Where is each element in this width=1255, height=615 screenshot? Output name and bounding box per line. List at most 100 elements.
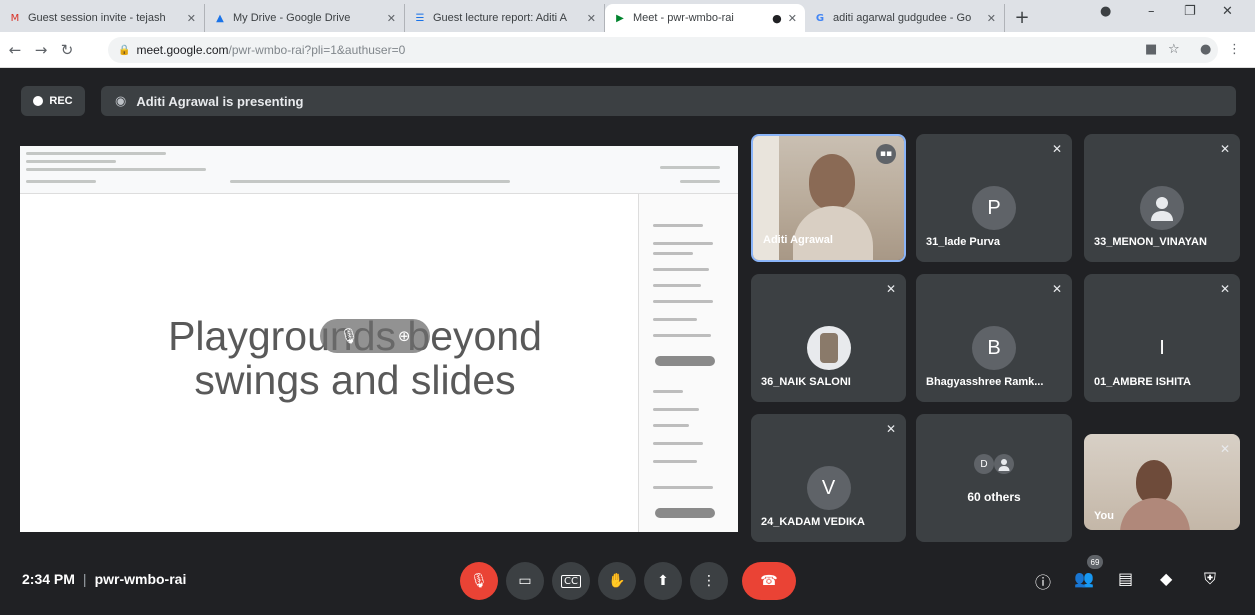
gmail-icon: M [10, 12, 20, 24]
tab-title: My Drive - Google Drive [233, 12, 351, 24]
mic-off-icon: 🎙 [339, 327, 359, 345]
people-icon[interactable]: 👥 [1074, 569, 1094, 588]
shoulder-shape [1120, 498, 1190, 530]
person-icon [1140, 186, 1184, 230]
reload-icon[interactable]: ↻ [56, 41, 78, 59]
meet-icon: ▶ [616, 12, 624, 24]
shared-app-toolbar [20, 146, 738, 194]
participant-tile-others[interactable]: D 60 others [916, 414, 1072, 542]
shared-toolbar-line [26, 168, 206, 171]
close-icon[interactable]: ✕ [987, 12, 996, 25]
participant-tile-saloni[interactable]: ✕ 36_NAIK SALONI [751, 274, 906, 402]
tab-drive[interactable]: ▲ My Drive - Google Drive ✕ [205, 4, 405, 32]
presenter-avatar-icon: ◉ [115, 93, 127, 109]
panel-line [653, 252, 693, 255]
photo-figure [819, 333, 838, 363]
participant-avatar: B [972, 326, 1016, 370]
participant-tile-vedika[interactable]: ✕ V 24_KADAM VEDIKA [751, 414, 906, 542]
control-bar: 2:34 PM | pwr-wmbo-rai 🎙 ▭ CC ✋ ⬆ ⋮ ☎ ⓘ 69… [0, 555, 1255, 615]
meeting-details-icon[interactable]: ⓘ [1035, 569, 1051, 593]
more-options-button[interactable]: ⋮ [690, 562, 728, 600]
shared-toolbar-line [230, 180, 510, 183]
tab-google-search[interactable]: G aditi agarwal gudgudee - Go ✕ [805, 4, 1005, 32]
mic-off-icon: ✕ [1051, 142, 1062, 156]
mic-off-icon: ✕ [885, 282, 896, 296]
presenting-text: Aditi Agrawal is presenting [136, 93, 304, 109]
presenting-banner: ◉ Aditi Agrawal is presenting [101, 86, 1236, 116]
mic-off-icon: ✕ [1219, 142, 1230, 156]
close-icon[interactable]: ✕ [387, 12, 396, 25]
google-icon: G [815, 12, 825, 24]
panel-line [653, 318, 697, 321]
speaking-indicator-icon: ▪▪ [876, 144, 896, 164]
forward-arrow-icon[interactable]: → [30, 41, 52, 59]
participant-avatar: V [806, 466, 851, 510]
browser-menu-icon[interactable]: ⋮ [1228, 42, 1241, 57]
close-window-icon[interactable]: ✕ [1222, 4, 1233, 19]
lock-icon[interactable]: 🔒 [118, 45, 130, 56]
bookmark-star-icon[interactable]: ☆ [1168, 42, 1180, 57]
slide-title-line: swings and slides [194, 357, 516, 403]
mic-toggle-button[interactable]: 🎙 [460, 562, 498, 600]
recording-indicator[interactable]: REC [21, 86, 85, 116]
participant-avatar: I [1159, 336, 1165, 359]
shared-toolbar-line [26, 152, 166, 155]
participant-avatar: P [972, 186, 1016, 230]
more-vert-icon: ⋮ [702, 573, 716, 589]
camera-toggle-button[interactable]: ▭ [506, 562, 544, 600]
participant-name: 31_lade Purva [926, 236, 1000, 248]
shared-toolbar-line [26, 160, 116, 163]
raise-hand-button[interactable]: ✋ [598, 562, 636, 600]
present-icon: ⬆ [657, 573, 669, 589]
panel-line [653, 300, 713, 303]
leave-call-button[interactable]: ☎ [742, 562, 796, 600]
shared-screen: Playgrounds beyond swings and slides 🎙 ⊕ [20, 146, 738, 532]
participant-tile-bhagyasshree[interactable]: ✕ B Bhagyasshree Ramk... [916, 274, 1072, 402]
chat-icon[interactable]: ▤ [1118, 569, 1133, 588]
close-icon[interactable]: ✕ [587, 12, 596, 25]
meet-main: REC ◉ Aditi Agrawal is presenting Playgr… [0, 68, 1255, 615]
close-icon[interactable]: ✕ [788, 12, 797, 25]
participant-tile-purva[interactable]: ✕ P 31_lade Purva [916, 134, 1072, 262]
tab-gmail[interactable]: M Guest session invite - tejash ✕ [0, 4, 205, 32]
close-icon[interactable]: ✕ [187, 12, 196, 25]
back-arrow-icon[interactable]: ← [4, 41, 26, 59]
panel-button [655, 508, 715, 518]
tab-title: Guest lecture report: Aditi A [433, 12, 567, 24]
panel-line [653, 460, 697, 463]
docs-icon: ☰ [415, 12, 425, 24]
present-screen-button[interactable]: ⬆ [644, 562, 682, 600]
others-count: 60 others [967, 490, 1021, 504]
meeting-code: pwr-wmbo-rai [94, 571, 187, 587]
panel-line [653, 424, 689, 427]
host-controls-icon[interactable]: ⛨ [1204, 569, 1216, 589]
minimize-icon[interactable]: – [1148, 4, 1155, 19]
panel-line [653, 242, 713, 245]
tab-docs[interactable]: ☰ Guest lecture report: Aditi A ✕ [405, 4, 605, 32]
profile-circle-icon[interactable]: ● [1100, 4, 1111, 19]
panel-line [653, 224, 703, 227]
participant-tile-ishita[interactable]: ✕ I 01_AMBRE ISHITA [1084, 274, 1240, 402]
presenter-mute-overlay[interactable]: 🎙 ⊕ [320, 319, 430, 353]
participant-tile-self[interactable]: ✕ You [1084, 434, 1240, 530]
tab-title: Meet - pwr-wmbo-rai [633, 12, 734, 24]
participant-name: 01_AMBRE ISHITA [1094, 376, 1191, 388]
captions-icon: CC [561, 574, 581, 588]
activities-icon[interactable]: ◆ [1160, 569, 1172, 588]
maximize-icon[interactable]: ❐ [1184, 4, 1196, 19]
shared-toolbar-line [680, 180, 720, 183]
participant-tile-aditi[interactable]: ▪▪ Aditi Agrawal [751, 134, 906, 262]
hand-icon: ✋ [608, 573, 626, 589]
panel-line [653, 486, 713, 489]
shared-toolbar-line [26, 180, 96, 183]
profile-avatar-icon[interactable]: ● [1200, 42, 1211, 57]
tab-meet[interactable]: ▶ Meet - pwr-wmbo-rai ● ✕ [605, 4, 805, 32]
captions-button[interactable]: CC [552, 562, 590, 600]
separator: | [82, 571, 87, 587]
participant-tile-vinayan[interactable]: ✕ 33_MENON_VINAYAN [1084, 134, 1240, 262]
participant-name: 33_MENON_VINAYAN [1094, 236, 1207, 248]
panel-line [653, 284, 701, 287]
camera-permission-icon[interactable]: ■ [1145, 42, 1157, 57]
new-tab-button[interactable]: + [1009, 4, 1035, 32]
url-field[interactable]: 🔒 meet.google.com/pwr-wmbo-rai?pli=1&aut… [108, 37, 1218, 63]
